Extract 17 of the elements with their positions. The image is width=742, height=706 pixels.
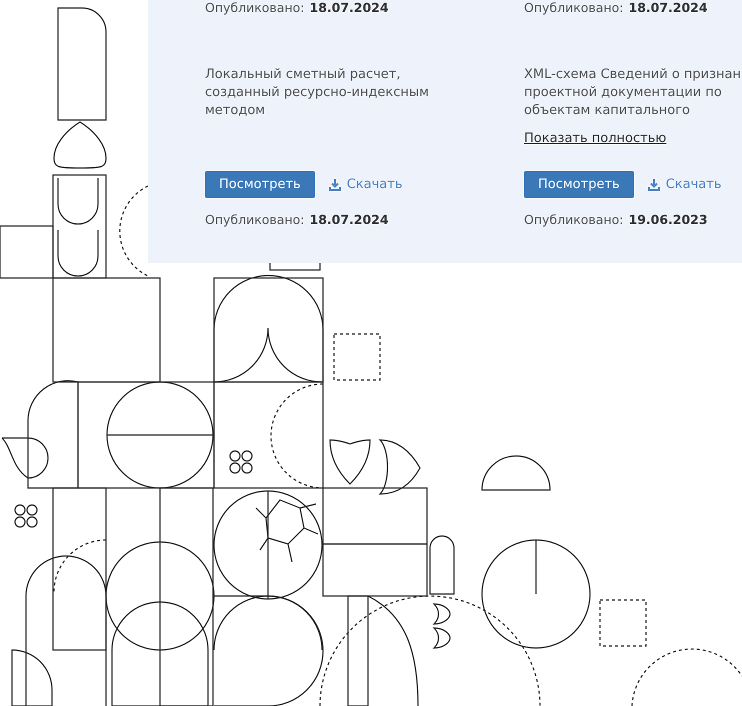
published-label: Опубликовано: [524,212,624,227]
document-title: XML-схема Сведений о признан проектной документации по объектам капитального [524,66,742,120]
view-button[interactable]: Посмотреть [205,171,315,198]
published-label: Опубликовано: [205,212,304,227]
published-date: 19.06.2023 [628,212,708,227]
published-date: 18.07.2024 [628,0,708,15]
download-icon [648,178,660,190]
show-more-link[interactable]: Показать полностью [524,131,666,146]
published-label: Опубликовано: [205,0,304,15]
download-icon [328,178,341,190]
document-title: Локальный сметный расчет, созданный ресурсно-индексным методом [205,66,430,120]
download-link[interactable]: Скачать [648,177,722,192]
published-date: 18.07.2024 [310,212,389,227]
published-label: Опубликовано: [524,0,624,15]
download-link[interactable]: Скачать [328,177,402,192]
published-date: 18.07.2024 [310,0,389,15]
view-button[interactable]: Посмотреть [524,171,634,198]
